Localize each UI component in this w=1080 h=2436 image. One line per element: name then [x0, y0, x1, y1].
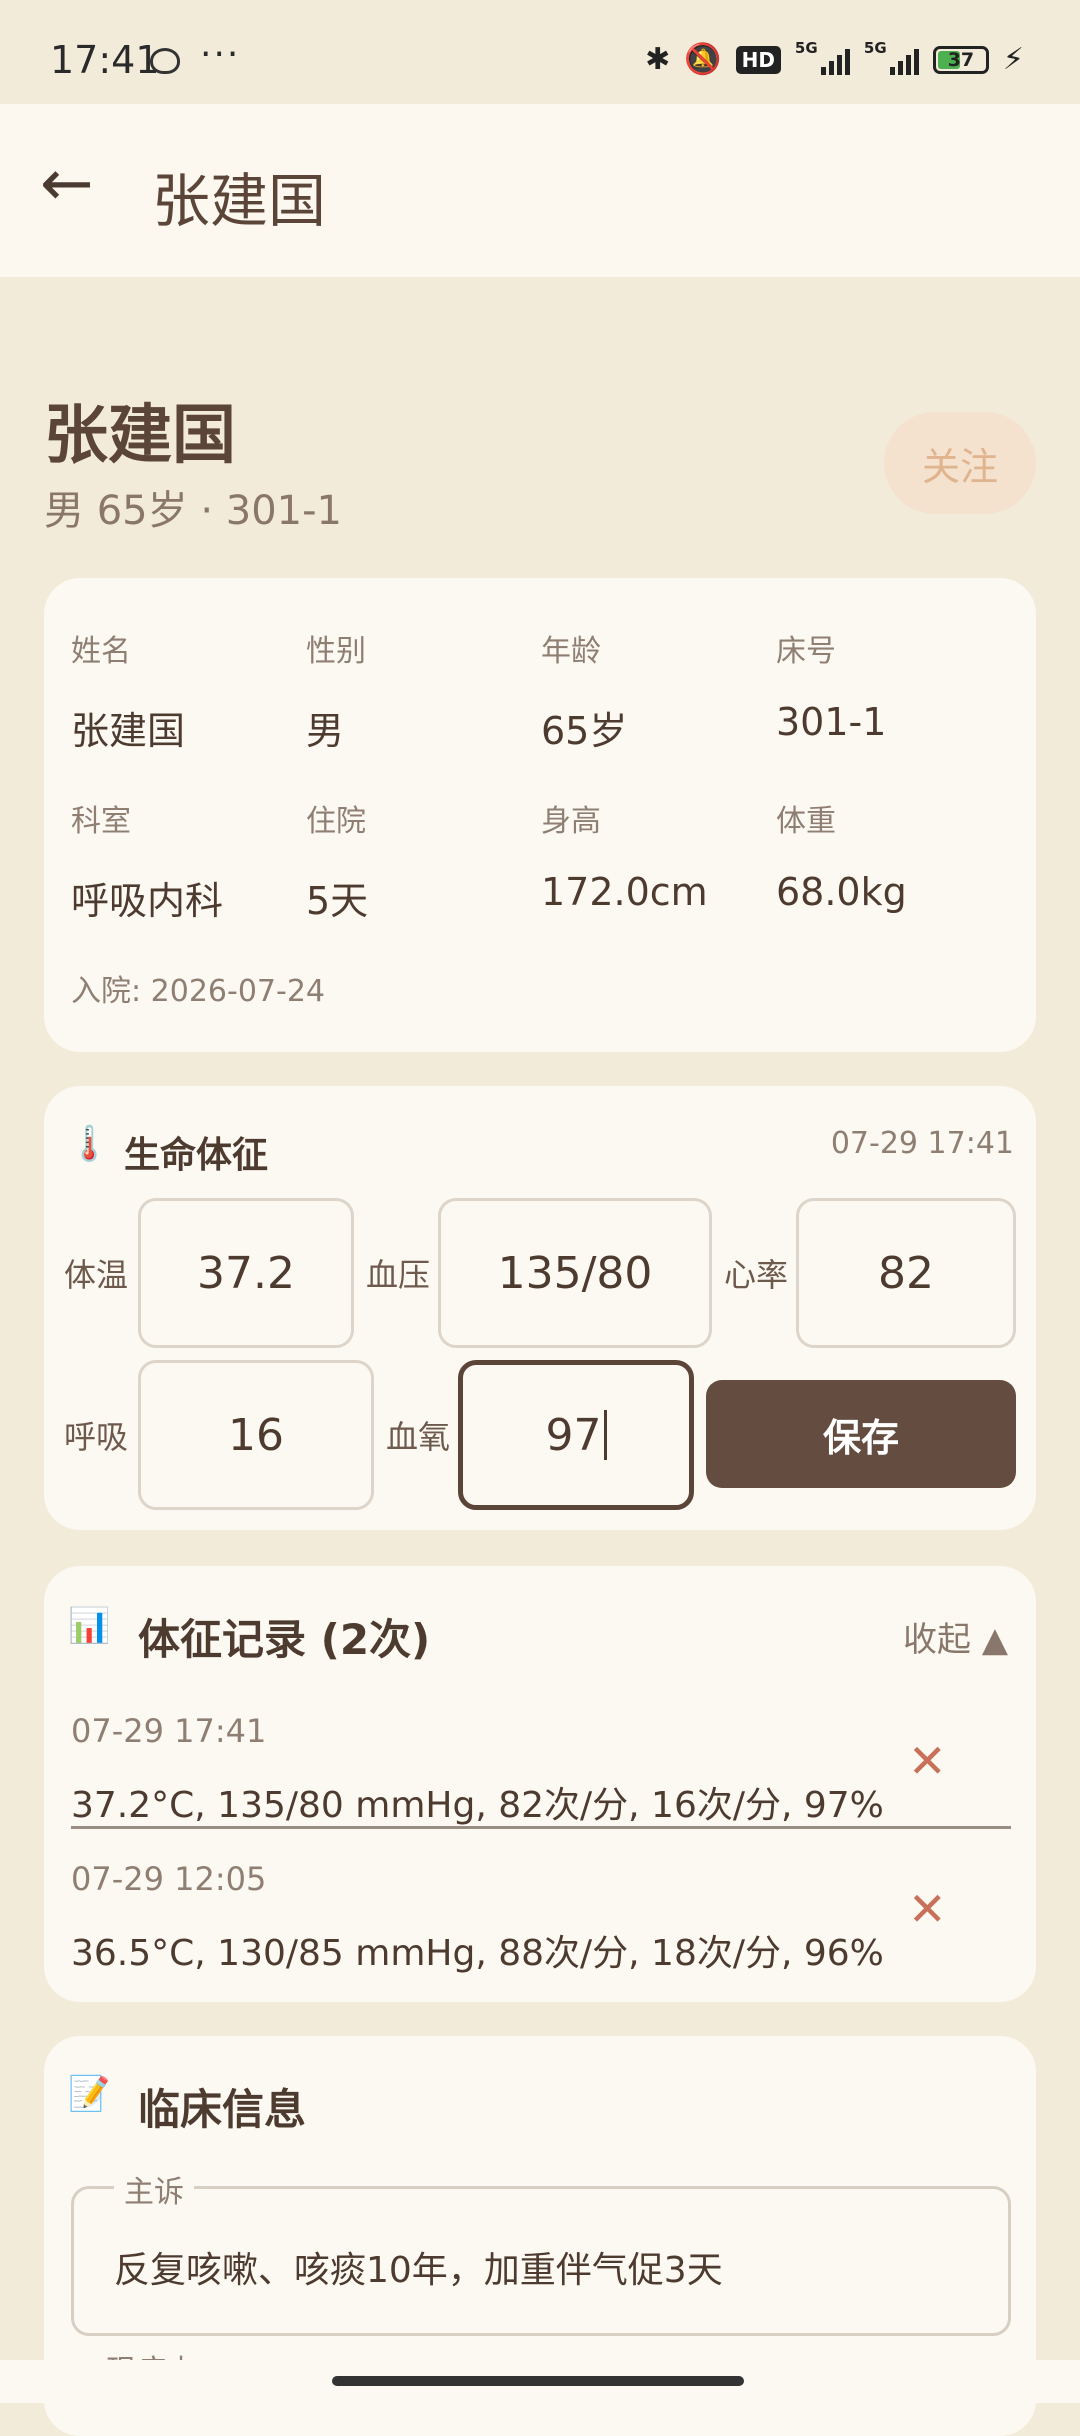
battery-icon: 37	[932, 45, 989, 74]
bottom-bar	[0, 2360, 1080, 2403]
hr-label: 心率	[724, 1256, 789, 1294]
vital-records-card: 📊 体征记录 (2次) 收起 ▲ 07-29 17:41 37.2°C, 135…	[44, 1566, 1036, 2002]
info-label-gender: 性别	[306, 634, 366, 669]
record-divider	[71, 1826, 1011, 1829]
bar-chart-icon: 📊	[68, 1606, 111, 1646]
status-time: 17:41	[50, 38, 160, 82]
signal-icon-2: 5G	[864, 39, 919, 75]
admission-date: 入院: 2026-07-24	[71, 974, 325, 1009]
info-label-age: 年龄	[541, 634, 601, 669]
info-label-bed: 床号	[776, 634, 836, 669]
more-notifications-icon: ···	[200, 34, 241, 75]
chief-complaint-label: 主诉	[114, 2167, 194, 2211]
mute-bell-icon: 🔕	[684, 42, 722, 77]
info-label-weight: 体重	[776, 804, 836, 839]
patient-info-card: 姓名 性别 年龄 床号 张建国 男 65岁 301-1 科室 住院 身高 体重 …	[44, 578, 1036, 1052]
info-label-dept: 科室	[71, 804, 131, 839]
spo2-input-value: 97	[545, 1409, 602, 1461]
info-value-dept: 呼吸内科	[71, 879, 224, 923]
back-arrow-icon[interactable]: ←	[40, 152, 94, 216]
charging-icon: ⚡	[1002, 42, 1024, 77]
signal-icon: 5G	[795, 39, 850, 75]
info-value-name: 张建国	[71, 709, 186, 753]
vital-signs-time: 07-29 17:41	[830, 1126, 1014, 1161]
info-value-height: 172.0cm	[541, 870, 708, 914]
thermometer-icon: 🌡️	[68, 1124, 111, 1164]
spo2-label: 血氧	[386, 1418, 451, 1456]
info-label-height: 身高	[541, 804, 601, 839]
chief-complaint-value: 反复咳嗽、咳痰10年，加重伴气促3天	[114, 2250, 723, 2291]
page-title: 张建国	[152, 167, 327, 235]
info-value-gender: 男	[306, 709, 345, 753]
temp-input[interactable]: 37.2	[138, 1198, 354, 1348]
resp-input[interactable]: 16	[138, 1360, 374, 1510]
delete-record-icon[interactable]: ✕	[908, 1734, 947, 1788]
notification-app-icon	[150, 48, 180, 74]
home-indicator[interactable]	[332, 2376, 744, 2386]
bp-label: 血压	[366, 1256, 431, 1294]
info-label-stay: 住院	[306, 804, 366, 839]
patient-name: 张建国	[44, 399, 236, 473]
save-button[interactable]: 保存	[706, 1380, 1016, 1488]
bluetooth-icon: ✱	[645, 42, 671, 77]
vital-signs-card: 🌡️ 生命体征 07-29 17:41 体温 37.2 血压 135/80 心率…	[44, 1086, 1036, 1530]
record-time: 07-29 17:41	[71, 1712, 267, 1750]
bp-input[interactable]: 135/80	[438, 1198, 712, 1348]
info-value-age: 65岁	[541, 709, 628, 753]
memo-icon: 📝	[68, 2074, 111, 2114]
info-value-bed: 301-1	[776, 700, 887, 744]
app-bar: ← 张建国	[0, 104, 1080, 277]
chief-complaint-field[interactable]: 主诉 反复咳嗽、咳痰10年，加重伴气促3天	[71, 2167, 1011, 2336]
patient-subtitle: 男 65岁 · 301-1	[44, 488, 342, 534]
vital-signs-title: 生命体征	[124, 1135, 269, 1176]
hr-input[interactable]: 82	[796, 1198, 1016, 1348]
text-cursor	[603, 1410, 607, 1460]
record-values: 37.2°C, 135/80 mmHg, 82次/分, 16次/分, 97%	[71, 1785, 884, 1826]
delete-record-icon[interactable]: ✕	[908, 1882, 947, 1936]
resp-label: 呼吸	[64, 1418, 129, 1456]
info-value-weight: 68.0kg	[776, 870, 907, 914]
collapse-toggle[interactable]: 收起 ▲	[903, 1612, 1008, 1661]
record-time: 07-29 12:05	[71, 1860, 267, 1898]
status-bar: 17:41 ··· ✱ 🔕 HD 5G 5G 37 ⚡	[0, 0, 1080, 104]
follow-button[interactable]: 关注	[884, 412, 1036, 514]
temp-label: 体温	[64, 1256, 129, 1294]
clinical-title: 临床信息	[138, 2085, 307, 2134]
info-label-name: 姓名	[71, 634, 131, 669]
system-icons: ✱ 🔕 HD 5G 5G 37 ⚡	[645, 39, 1024, 78]
record-values: 36.5°C, 130/85 mmHg, 88次/分, 18次/分, 96%	[71, 1933, 884, 1974]
spo2-input[interactable]: 97	[458, 1360, 694, 1510]
records-title: 体征记录 (2次)	[138, 1615, 431, 1664]
hd-voice-icon: HD	[735, 45, 781, 74]
info-value-stay: 5天	[306, 879, 369, 923]
